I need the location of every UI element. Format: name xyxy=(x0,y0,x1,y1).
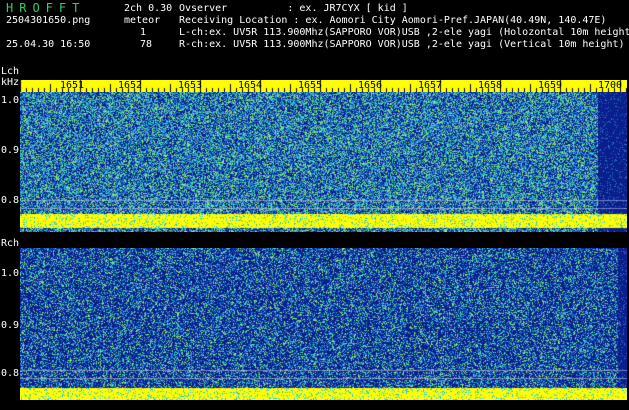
rch-description: R-ch:ex. UV5R 113.900Mhz(SAPPORO VOR)USB… xyxy=(179,39,625,50)
rch-tick-0-9: 0.9 xyxy=(1,320,20,331)
filename-label: 2504301650.png xyxy=(6,15,91,26)
lch-tick-0-9: 0.9 xyxy=(1,145,20,156)
lch-tick-0-8: 0.8 xyxy=(1,195,20,206)
time-label-1652: 1652 xyxy=(118,80,143,91)
time-label-1659: 1659 xyxy=(538,80,563,91)
time-label-1654: 1654 xyxy=(238,80,263,91)
meteor-label: meteor xyxy=(124,15,161,26)
rch-meteor-count: 78 xyxy=(140,39,153,50)
time-ruler: 1651 1652 1653 1654 1655 1656 1657 1658 … xyxy=(20,80,627,92)
location-line: Receiving Location : ex. Aomori City Aom… xyxy=(179,15,607,26)
lch-meteor-count: 1 xyxy=(140,27,147,38)
lch-description: L-ch:ex. UV5R 113.900Mhz(SAPPORO VOR)USB… xyxy=(179,27,629,38)
rch-spectrogram-image xyxy=(20,248,627,400)
time-label-1700: 1700 xyxy=(598,80,623,91)
version-label: 2ch 0.30 xyxy=(124,3,173,14)
time-ruler-background xyxy=(20,80,627,92)
time-label-1651: 1651 xyxy=(60,80,85,91)
lch-tick-1-0: 1.0 xyxy=(1,95,20,106)
datetime-label: 25.04.30 16:50 xyxy=(6,39,91,50)
observer-line: Ovserver : ex. JR7CYX [ kid ] xyxy=(179,3,408,14)
lch-spectrogram xyxy=(20,92,627,232)
time-label-1657: 1657 xyxy=(418,80,443,91)
rch-tick-0-8: 0.8 xyxy=(1,368,20,379)
rch-label: Rch xyxy=(1,238,20,249)
time-label-1656: 1656 xyxy=(358,80,383,91)
lch-label: Lch xyxy=(1,66,20,77)
time-label-1653: 1653 xyxy=(178,80,203,91)
lch-unit-label: kHz xyxy=(1,77,20,88)
time-label-1655: 1655 xyxy=(298,80,323,91)
lch-spectrogram-image xyxy=(20,92,627,232)
rch-spectrogram xyxy=(20,248,627,400)
rch-tick-1-0: 1.0 xyxy=(1,268,20,279)
time-label-1658: 1658 xyxy=(478,80,503,91)
app-title: HROFFT xyxy=(6,1,86,15)
